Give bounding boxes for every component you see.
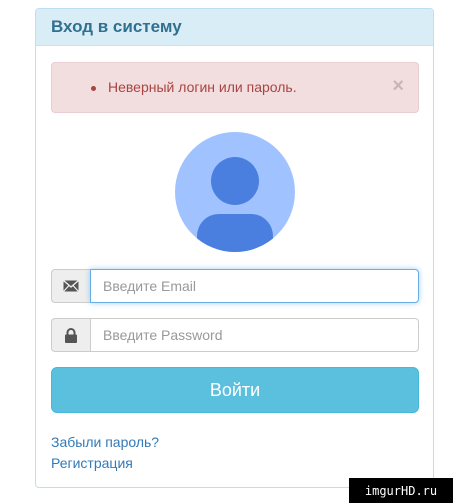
panel-heading: Вход в систему [36,9,433,46]
forgot-password-link[interactable]: Забыли пароль? [51,434,159,450]
envelope-icon [51,269,90,303]
panel-title: Вход в систему [51,17,182,36]
lock-icon [51,318,90,352]
login-button[interactable]: Войти [51,367,419,413]
register-link[interactable]: Регистрация [51,455,133,471]
login-panel: Вход в систему Неверный логин или пароль… [35,8,434,488]
user-avatar-icon [175,132,295,252]
watermark: imgurHD.ru [349,478,453,503]
email-field[interactable] [90,269,419,303]
error-alert: Неверный логин или пароль. × [51,62,419,113]
alert-bullet [91,86,96,91]
email-input-group [51,269,419,303]
password-input-group [51,318,419,352]
alert-message: Неверный логин или пароль. [108,79,297,95]
close-icon[interactable]: × [392,76,404,96]
password-field[interactable] [90,318,419,352]
